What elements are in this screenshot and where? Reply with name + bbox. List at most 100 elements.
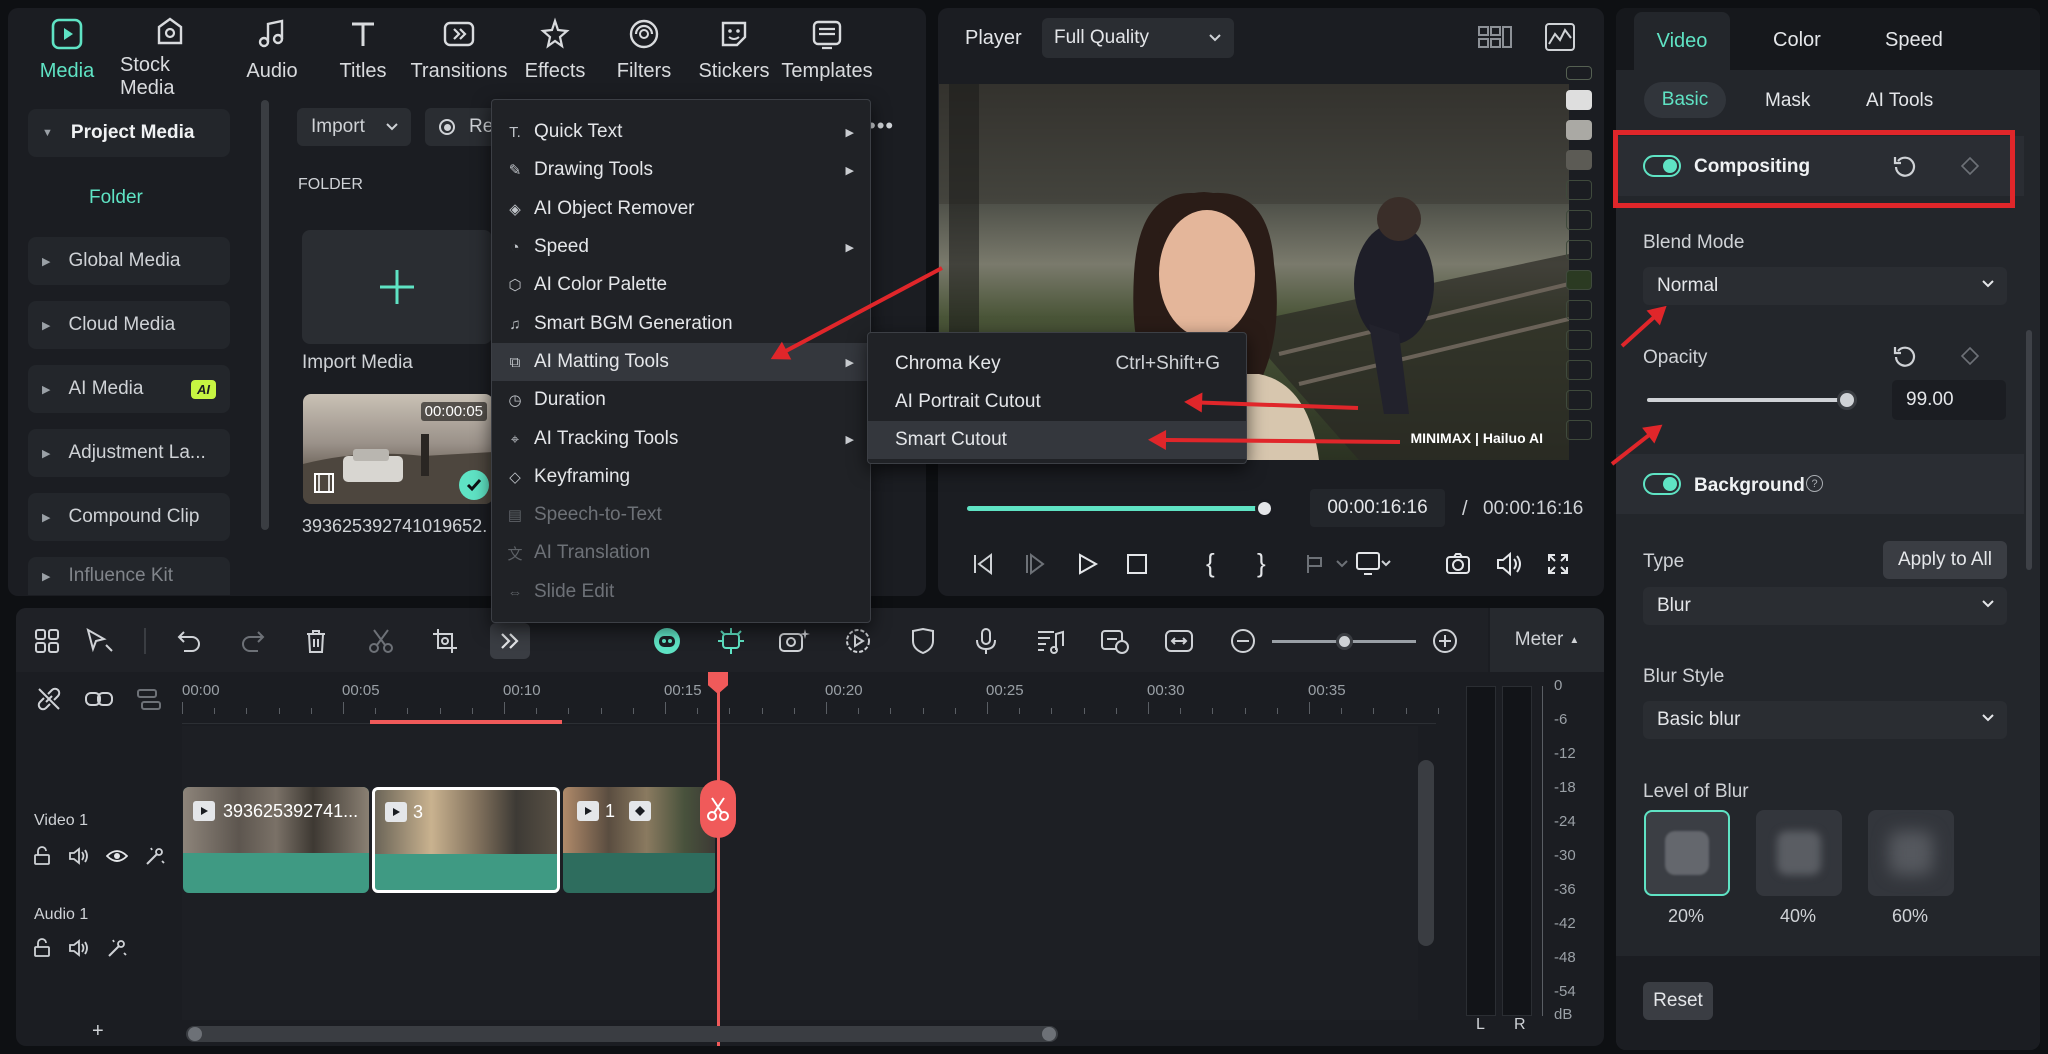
menu-item-quick-text[interactable]: T. Quick Text ▶	[492, 113, 870, 151]
zoom-in-icon[interactable]	[1432, 626, 1458, 656]
sidebar-item-cloud-media[interactable]: ▶ Cloud Media	[28, 301, 230, 349]
zoom-out-icon[interactable]	[1230, 626, 1256, 656]
menu-item-ai-object-remover[interactable]: ◈ AI Object Remover	[492, 190, 870, 228]
reset-button[interactable]: Reset	[1643, 982, 1713, 1020]
timeline-clip[interactable]: 393625392741...	[183, 787, 369, 893]
video-track-volume-icon[interactable]	[68, 846, 90, 866]
menu-item-drawing-tools[interactable]: ✎ Drawing Tools ▶	[492, 151, 870, 189]
property-scrollbar[interactable]	[2026, 330, 2032, 570]
speed-ramp-icon[interactable]	[844, 626, 872, 656]
tab-templates[interactable]: Templates	[777, 14, 877, 86]
video-track-lock-icon[interactable]	[32, 846, 52, 866]
grid-view-icon[interactable]	[1478, 24, 1512, 50]
blur-level-20[interactable]	[1644, 810, 1730, 896]
opacity-slider-track[interactable]	[1647, 390, 1857, 410]
work-area-range[interactable]	[370, 720, 562, 724]
menu-item-ai-matting-tools[interactable]: ⧉ AI Matting Tools ▶	[492, 343, 870, 381]
compositing-keyframe-icon[interactable]	[1960, 156, 1980, 176]
delete-trash-icon[interactable]	[304, 626, 328, 656]
compositing-reset-icon[interactable]	[1892, 153, 1918, 179]
sidebar-item-compound-clip[interactable]: ▶ Compound Clip	[28, 493, 230, 541]
blur-level-60[interactable]	[1868, 810, 1954, 896]
stop-icon[interactable]	[1126, 553, 1148, 575]
ai-video-icon[interactable]	[778, 626, 810, 656]
blend-mode-dropdown[interactable]: Normal	[1643, 267, 2007, 305]
timeline-clip-selected[interactable]: 3	[372, 787, 560, 893]
menu-item-speed[interactable]: ◔ Speed ▶	[492, 228, 870, 266]
add-track-button[interactable]: +	[92, 1020, 104, 1043]
playback-progress-track[interactable]	[967, 499, 1274, 518]
video-track-magic-icon[interactable]	[144, 845, 166, 867]
opacity-value-input[interactable]: 99.00	[1892, 380, 2006, 420]
sidebar-scrollbar[interactable]	[261, 100, 269, 530]
blur-level-40[interactable]	[1756, 810, 1842, 896]
current-time-box[interactable]: 00:00:16:16	[1310, 489, 1445, 527]
audio-mixer-icon[interactable]	[1036, 626, 1064, 656]
audio-track-volume-icon[interactable]	[68, 938, 90, 958]
mark-in-icon[interactable]: {	[1206, 548, 1215, 579]
timeline-clip[interactable]: 1	[563, 787, 715, 893]
timeline-vertical-scrollbar[interactable]	[1418, 760, 1434, 946]
audio-track-magic-icon[interactable]	[106, 937, 128, 959]
volume-icon[interactable]	[1495, 551, 1523, 577]
playback-progress-handle[interactable]	[1254, 499, 1274, 518]
tab-video[interactable]: Video	[1634, 12, 1730, 70]
sidebar-folder[interactable]: Folder	[89, 187, 143, 209]
tab-effects[interactable]: Effects	[505, 14, 605, 86]
subtab-ai-tools[interactable]: AI Tools	[1866, 90, 1933, 112]
split-scissors-icon[interactable]	[368, 626, 394, 656]
sidebar-item-adjustment-layer[interactable]: ▶ Adjustment La...	[28, 429, 230, 477]
subtab-basic[interactable]: Basic	[1644, 82, 1726, 118]
ai-copilot-icon[interactable]	[652, 626, 682, 656]
submenu-item-chroma-key[interactable]: Chroma Key Ctrl+Shift+G	[868, 345, 1246, 383]
fullscreen-icon[interactable]	[1546, 552, 1570, 576]
subtab-mask[interactable]: Mask	[1765, 90, 1810, 112]
sidebar-item-influence-kit[interactable]: ▶ Influence Kit	[28, 557, 230, 595]
quality-dropdown[interactable]: Full Quality	[1042, 18, 1234, 58]
previous-frame-icon[interactable]	[971, 552, 995, 576]
blur-style-dropdown[interactable]: Basic blur	[1643, 701, 2007, 739]
auto-highlight-icon[interactable]	[716, 626, 746, 656]
scopes-icon[interactable]	[1544, 22, 1576, 52]
zoom-slider-track[interactable]	[1272, 633, 1416, 650]
snapshot-camera-icon[interactable]	[1445, 551, 1471, 577]
tab-speed[interactable]: Speed	[1885, 29, 1943, 52]
playhead-scissors-icon[interactable]	[700, 780, 736, 838]
auto-sync-icon[interactable]	[1100, 626, 1130, 656]
timeline-horizontal-scrollbar[interactable]	[186, 1026, 1058, 1042]
media-clip-thumbnail[interactable]: 00:00:05	[303, 394, 493, 504]
sidebar-item-project-media[interactable]: ▼ Project Media	[28, 109, 230, 157]
import-dropdown[interactable]: Import	[297, 108, 411, 146]
redo-icon[interactable]	[240, 626, 266, 656]
tab-titles[interactable]: Titles	[313, 14, 413, 86]
audio-track-lock-icon[interactable]	[32, 938, 52, 958]
sidebar-item-ai-media[interactable]: ▶ AI Media AI	[28, 365, 230, 413]
insert-icon[interactable]	[1305, 552, 1351, 576]
meter-toggle[interactable]: Meter ▲	[1490, 608, 1604, 672]
opacity-slider-handle[interactable]	[1836, 390, 1857, 410]
track-manager-icon[interactable]	[136, 688, 162, 712]
play-icon[interactable]	[1075, 552, 1099, 576]
tab-audio[interactable]: Audio	[222, 14, 322, 86]
video-track-eye-icon[interactable]	[106, 848, 128, 864]
tab-stock-media[interactable]: Stock Media	[120, 14, 220, 99]
tab-transitions[interactable]: Transitions	[409, 14, 509, 86]
background-type-dropdown[interactable]: Blur	[1643, 587, 2007, 625]
tab-media[interactable]: Media	[17, 14, 117, 86]
compositing-toggle[interactable]	[1643, 155, 1681, 177]
tab-stickers[interactable]: Stickers	[684, 14, 784, 86]
menu-item-ai-tracking-tools[interactable]: ⌖ AI Tracking Tools ▶	[492, 420, 870, 458]
opacity-keyframe-icon[interactable]	[1960, 346, 1980, 366]
crop-icon[interactable]	[432, 626, 458, 656]
tab-color[interactable]: Color	[1773, 29, 1821, 52]
apply-to-all-button[interactable]: Apply to All	[1883, 541, 2007, 579]
record-voice-microphone-icon[interactable]	[974, 626, 998, 656]
layout-grid-icon[interactable]	[34, 626, 60, 656]
more-tools-icon[interactable]	[490, 623, 530, 659]
record-button[interactable]: Re	[425, 108, 495, 146]
menu-item-keyframing[interactable]: ◇ Keyframing	[492, 458, 870, 496]
help-icon[interactable]: ?	[1806, 475, 1823, 492]
import-media-tile[interactable]	[302, 230, 492, 344]
link-clips-icon[interactable]	[84, 688, 114, 710]
select-pointer-icon[interactable]	[84, 626, 114, 656]
